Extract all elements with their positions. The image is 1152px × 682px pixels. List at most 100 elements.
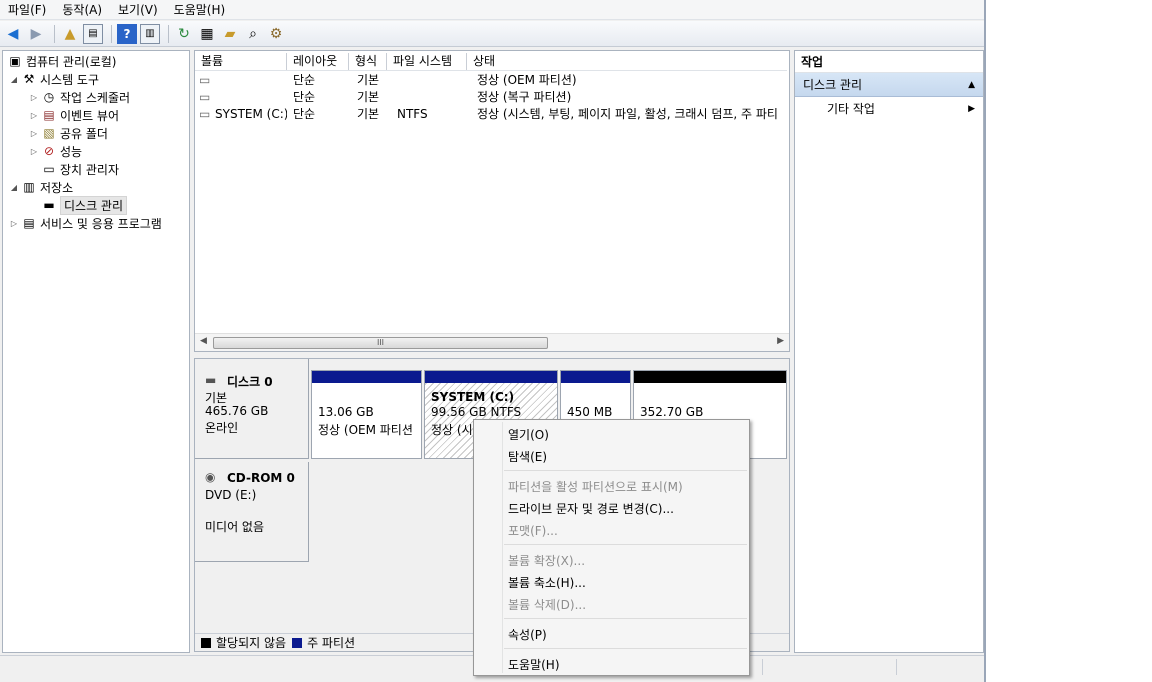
menu-item-extend-volume: 볼륨 확장(X)... <box>508 554 586 568</box>
partition-name: SYSTEM (C:) <box>431 390 515 404</box>
shared-folder-icon: ▧ <box>43 126 55 140</box>
console-tree: ▣ 컴퓨터 관리(로컬) ◢ ⚒ 시스템 도구 ▷ ◷ 작업 스케줄러 ▷ ▤ … <box>2 50 190 653</box>
up-folder-icon[interactable]: ▲ <box>60 24 80 44</box>
actions-pane: 작업 디스크 관리 ▲ 기타 작업 ▶ <box>794 50 984 653</box>
scroll-thumb[interactable]: III <box>213 337 548 349</box>
volume-icon: ▭ <box>199 90 211 104</box>
forward-arrow-icon[interactable]: ▶ <box>26 24 46 44</box>
help-icon[interactable]: ? <box>117 23 137 44</box>
disk-0-state: 온라인 <box>205 421 239 435</box>
menu-item-properties[interactable]: 속성(P) <box>508 626 547 643</box>
menu-file[interactable]: 파일(F) <box>0 1 54 19</box>
table-row[interactable]: ▭ 단순 기본 정상 (OEM 파티션) <box>195 72 789 89</box>
tree-item-event-viewer[interactable]: ▷ ▤ 이벤트 뷰어 <box>29 106 119 124</box>
column-header-type[interactable]: 형식 <box>349 53 387 70</box>
menu-separator <box>504 618 747 619</box>
column-header-volume[interactable]: 볼륨 <box>195 53 287 70</box>
collapse-triangle-icon[interactable]: ◢ <box>9 75 19 84</box>
tree-item-task-scheduler[interactable]: ▷ ◷ 작업 스케줄러 <box>29 88 130 106</box>
cell-volume: SYSTEM (C:) <box>215 107 287 121</box>
tree-item-disk-management[interactable]: ▬ 디스크 관리 <box>39 195 128 215</box>
menu-separator <box>504 470 747 471</box>
menu-help[interactable]: 도움말(H) <box>166 1 234 19</box>
expand-triangle-icon[interactable]: ▷ <box>9 219 19 228</box>
tree-item-device-manager[interactable]: ▭ 장치 관리자 <box>39 160 119 178</box>
collapse-triangle-icon[interactable]: ◢ <box>9 183 19 192</box>
expand-triangle-icon[interactable]: ▷ <box>29 93 39 102</box>
cell-type: 기본 <box>357 90 380 104</box>
toolbar-separator <box>111 24 112 43</box>
menu-item-format: 포맷(F)... <box>508 524 558 538</box>
expand-triangle-icon[interactable]: ▷ <box>29 147 39 156</box>
scroll-left-icon[interactable]: ◀ <box>200 336 207 346</box>
show-hide-action-icon[interactable]: ▥ <box>140 23 160 44</box>
search-icon[interactable]: ⌕ <box>243 24 263 44</box>
table-row[interactable]: ▭ SYSTEM (C:) 단순 기본 NTFS 정상 (시스템, 부팅, 페이… <box>195 106 789 123</box>
menu-item-change-drive-letter[interactable]: 드라이브 문자 및 경로 변경(C)... <box>508 500 674 517</box>
tree-item-services[interactable]: ▷ ▤ 서비스 및 응용 프로그램 <box>9 214 162 232</box>
primary-swatch <box>292 637 303 648</box>
settings-icon[interactable]: ⚙ <box>266 24 286 44</box>
partition-bar <box>561 371 630 383</box>
menu-item-shrink-volume[interactable]: 볼륨 축소(H)... <box>508 574 586 591</box>
tree-item-label: 성능 <box>60 144 83 159</box>
toolbar-separator <box>168 24 169 43</box>
cell-status: 정상 (OEM 파티션) <box>477 73 577 87</box>
open-folder-icon[interactable]: ▰ <box>220 24 240 44</box>
tree-item-label: 시스템 도구 <box>40 72 100 87</box>
column-header-layout[interactable]: 레이아웃 <box>287 53 349 70</box>
tree-item-performance[interactable]: ▷ ⊘ 성능 <box>29 142 82 160</box>
partition-size: 13.06 GB <box>318 405 374 419</box>
column-header-status[interactable]: 상태 <box>467 53 787 70</box>
partition-bar <box>425 371 557 383</box>
expand-triangle-icon[interactable]: ▷ <box>29 129 39 138</box>
tree-item-root[interactable]: ▣ 컴퓨터 관리(로컬) <box>5 52 116 70</box>
menu-gutter <box>502 422 503 673</box>
cell-type: 기본 <box>357 73 380 87</box>
refresh-icon[interactable]: ↻ <box>174 24 194 44</box>
actions-section-disk-management[interactable]: 디스크 관리 ▲ <box>795 73 983 97</box>
disk-0-name: 디스크 0 <box>227 375 273 389</box>
status-pane <box>896 659 984 675</box>
properties-icon[interactable]: ▦ <box>197 24 217 44</box>
disk-icon: ▬ <box>205 373 217 387</box>
tree-item-system-tools[interactable]: ◢ ⚒ 시스템 도구 <box>9 70 99 88</box>
menu-item-mark-active: 파티션을 활성 파티션으로 표시(M) <box>508 480 683 494</box>
partition-bar <box>312 371 421 383</box>
expand-triangle-icon[interactable]: ▷ <box>29 111 39 120</box>
collapse-up-icon[interactable]: ▲ <box>968 73 975 97</box>
tree-item-label: 작업 스케줄러 <box>60 90 131 105</box>
storage-icon: ▥ <box>23 180 35 194</box>
legend-primary: 주 파티션 <box>307 636 356 650</box>
partition-size: 99.56 GB NTFS <box>431 405 522 419</box>
cell-status: 정상 (시스템, 부팅, 페이지 파일, 활성, 크래시 덤프, 주 파티 <box>477 107 778 121</box>
actions-more[interactable]: 기타 작업 ▶ <box>795 97 983 121</box>
disk-drive-icon: ▬ <box>43 198 55 212</box>
column-header-filesystem[interactable]: 파일 시스템 <box>387 53 467 70</box>
show-hide-tree-icon[interactable]: ▤ <box>83 23 103 44</box>
scroll-right-icon[interactable]: ▶ <box>777 336 784 346</box>
tree-item-storage[interactable]: ◢ ▥ 저장소 <box>9 178 73 196</box>
volume-icon: ▭ <box>199 107 211 121</box>
disk-0-label[interactable]: ▬ 디스크 0 기본 465.76 GB 온라인 <box>195 359 309 459</box>
tree-item-label: 디스크 관리 <box>60 195 128 215</box>
tree-item-label: 저장소 <box>40 180 74 195</box>
tree-item-shared-folders[interactable]: ▷ ▧ 공유 폴더 <box>29 124 108 142</box>
table-row[interactable]: ▭ 단순 기본 정상 (복구 파티션) <box>195 89 789 106</box>
menu-item-help[interactable]: 도움말(H) <box>508 656 560 673</box>
actions-more-label: 기타 작업 <box>827 102 875 116</box>
toolbar: ◀ ▶ ▲ ▤ ? ▥ ↻ ▦ ▰ ⌕ ⚙ <box>0 21 984 47</box>
horizontal-scrollbar[interactable]: ◀ III ▶ <box>195 333 789 351</box>
menu-item-explore[interactable]: 탐색(E) <box>508 448 547 465</box>
partition-oem[interactable]: 13.06 GB 정상 (OEM 파티션 <box>311 370 422 459</box>
back-arrow-icon[interactable]: ◀ <box>3 24 23 44</box>
event-log-icon: ▤ <box>43 108 55 122</box>
menu-view[interactable]: 보기(V) <box>110 1 166 19</box>
menu-item-open[interactable]: 열기(O) <box>508 426 549 443</box>
cdrom-0-label[interactable]: ◉ CD-ROM 0 DVD (E:) 미디어 없음 <box>195 462 309 562</box>
tree-item-label: 장치 관리자 <box>60 162 120 177</box>
cell-status: 정상 (복구 파티션) <box>477 90 572 104</box>
cdrom-0-name: CD-ROM 0 <box>227 471 295 485</box>
menu-action[interactable]: 동작(A) <box>54 1 110 19</box>
cdrom-icon: ◉ <box>205 470 216 484</box>
